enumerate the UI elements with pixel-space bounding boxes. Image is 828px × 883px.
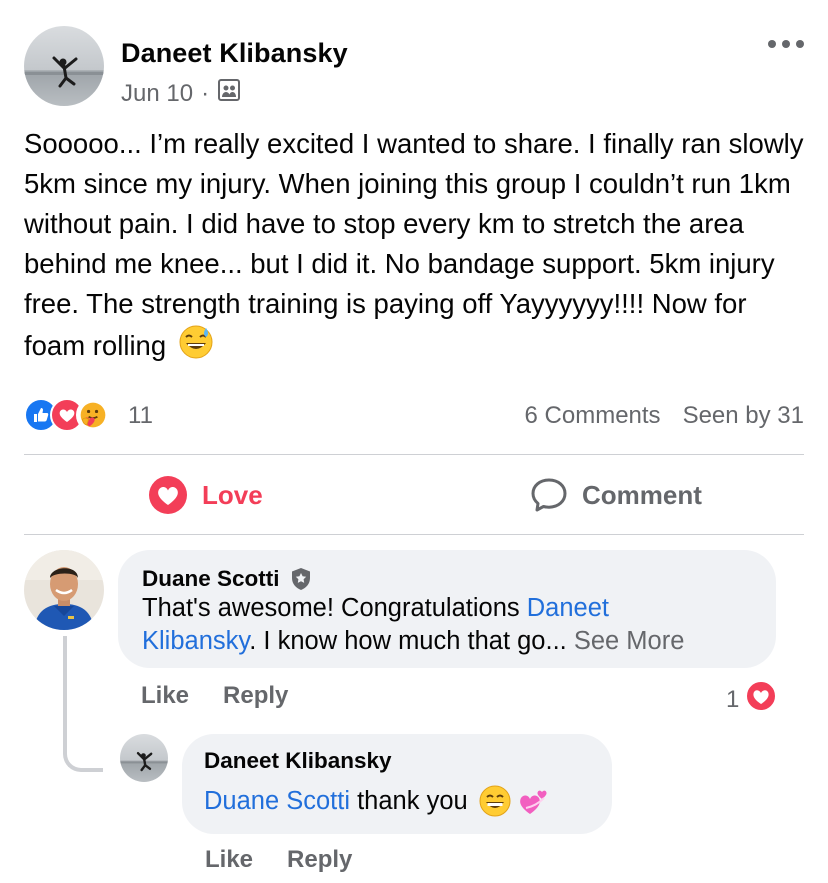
care-icon	[76, 398, 110, 432]
reply-reply-button[interactable]: Reply	[287, 846, 352, 874]
post-text-content: Sooooo... I’m really excited I wanted to…	[24, 128, 804, 361]
comments-count-link[interactable]: 6 Comments	[525, 402, 661, 430]
comment-like-button[interactable]: Like	[141, 682, 189, 710]
reaction-count[interactable]: 11	[128, 402, 153, 430]
meta-separator: ·	[201, 79, 210, 107]
post-action-bar: Love Comment	[24, 456, 804, 534]
mention-link[interactable]: Klibansky	[142, 627, 249, 655]
avatar[interactable]	[24, 26, 104, 106]
reply-thread-connector	[63, 636, 103, 772]
reply-actions: Like Reply	[205, 846, 352, 874]
comment-text-part: That's awesome! Congratulations	[142, 594, 527, 622]
divider	[24, 534, 804, 535]
love-button[interactable]: Love	[148, 456, 263, 534]
reactions-summary: 11 6 Comments Seen by 31	[24, 396, 804, 436]
more-options-icon[interactable]	[768, 34, 804, 54]
comment-text: That's awesome! Congratulations Daneet K…	[142, 592, 772, 658]
commenter-avatar[interactable]	[24, 550, 104, 630]
post-text: Sooooo... I’m really excited I wanted to…	[24, 124, 808, 371]
love-icon	[149, 476, 187, 514]
post-author-name[interactable]: Daneet Klibansky	[121, 38, 348, 69]
comment-bubble[interactable]: Duane Scotti That's awesome! Congratulat…	[118, 550, 776, 668]
grinning-sweat-emoji	[178, 324, 214, 371]
comment-text-part: . I know how much that go...	[249, 627, 567, 655]
group-members-icon	[217, 78, 241, 109]
admin-shield-icon	[290, 567, 312, 591]
reply-author-avatar[interactable]	[120, 734, 168, 782]
seen-by-link[interactable]: Seen by 31	[683, 402, 804, 430]
reply-text-part: thank you	[350, 786, 468, 815]
reply-like-button[interactable]: Like	[205, 846, 253, 874]
comment-icon	[531, 478, 567, 512]
mention-link[interactable]: Duane Scotti	[204, 785, 350, 818]
see-more-link[interactable]: See More	[567, 627, 685, 655]
love-button-label: Love	[202, 479, 263, 510]
comment-button[interactable]: Comment	[530, 456, 702, 534]
comment-reaction-summary[interactable]: 1	[726, 680, 778, 719]
reply-bubble[interactable]: Daneet Klibansky Duane Scotti thank you	[182, 734, 612, 834]
comment-author-name[interactable]: Duane Scotti	[142, 566, 280, 592]
comment-reply-button[interactable]: Reply	[223, 682, 288, 710]
mention-link[interactable]: Daneet	[527, 594, 609, 622]
comment-reaction-count: 1	[726, 685, 740, 713]
post-date[interactable]: Jun 10	[121, 80, 193, 108]
love-icon	[745, 680, 778, 719]
grinning-emoji	[478, 784, 512, 818]
post-stats: 6 Comments Seen by 31	[525, 402, 804, 430]
comment-button-label: Comment	[582, 479, 702, 510]
post-meta: Jun 10 ·	[121, 78, 241, 109]
revolving-hearts-emoji	[514, 784, 550, 818]
post-header: Daneet Klibansky Jun 10 ·	[24, 26, 804, 109]
reaction-icons[interactable]	[24, 398, 110, 432]
comment-actions: Like Reply	[141, 682, 288, 710]
reply-author-name[interactable]: Daneet Klibansky	[204, 748, 392, 774]
reply-text: Duane Scotti thank you	[204, 784, 604, 818]
divider	[24, 454, 804, 455]
comment-author: Duane Scotti	[142, 566, 312, 592]
